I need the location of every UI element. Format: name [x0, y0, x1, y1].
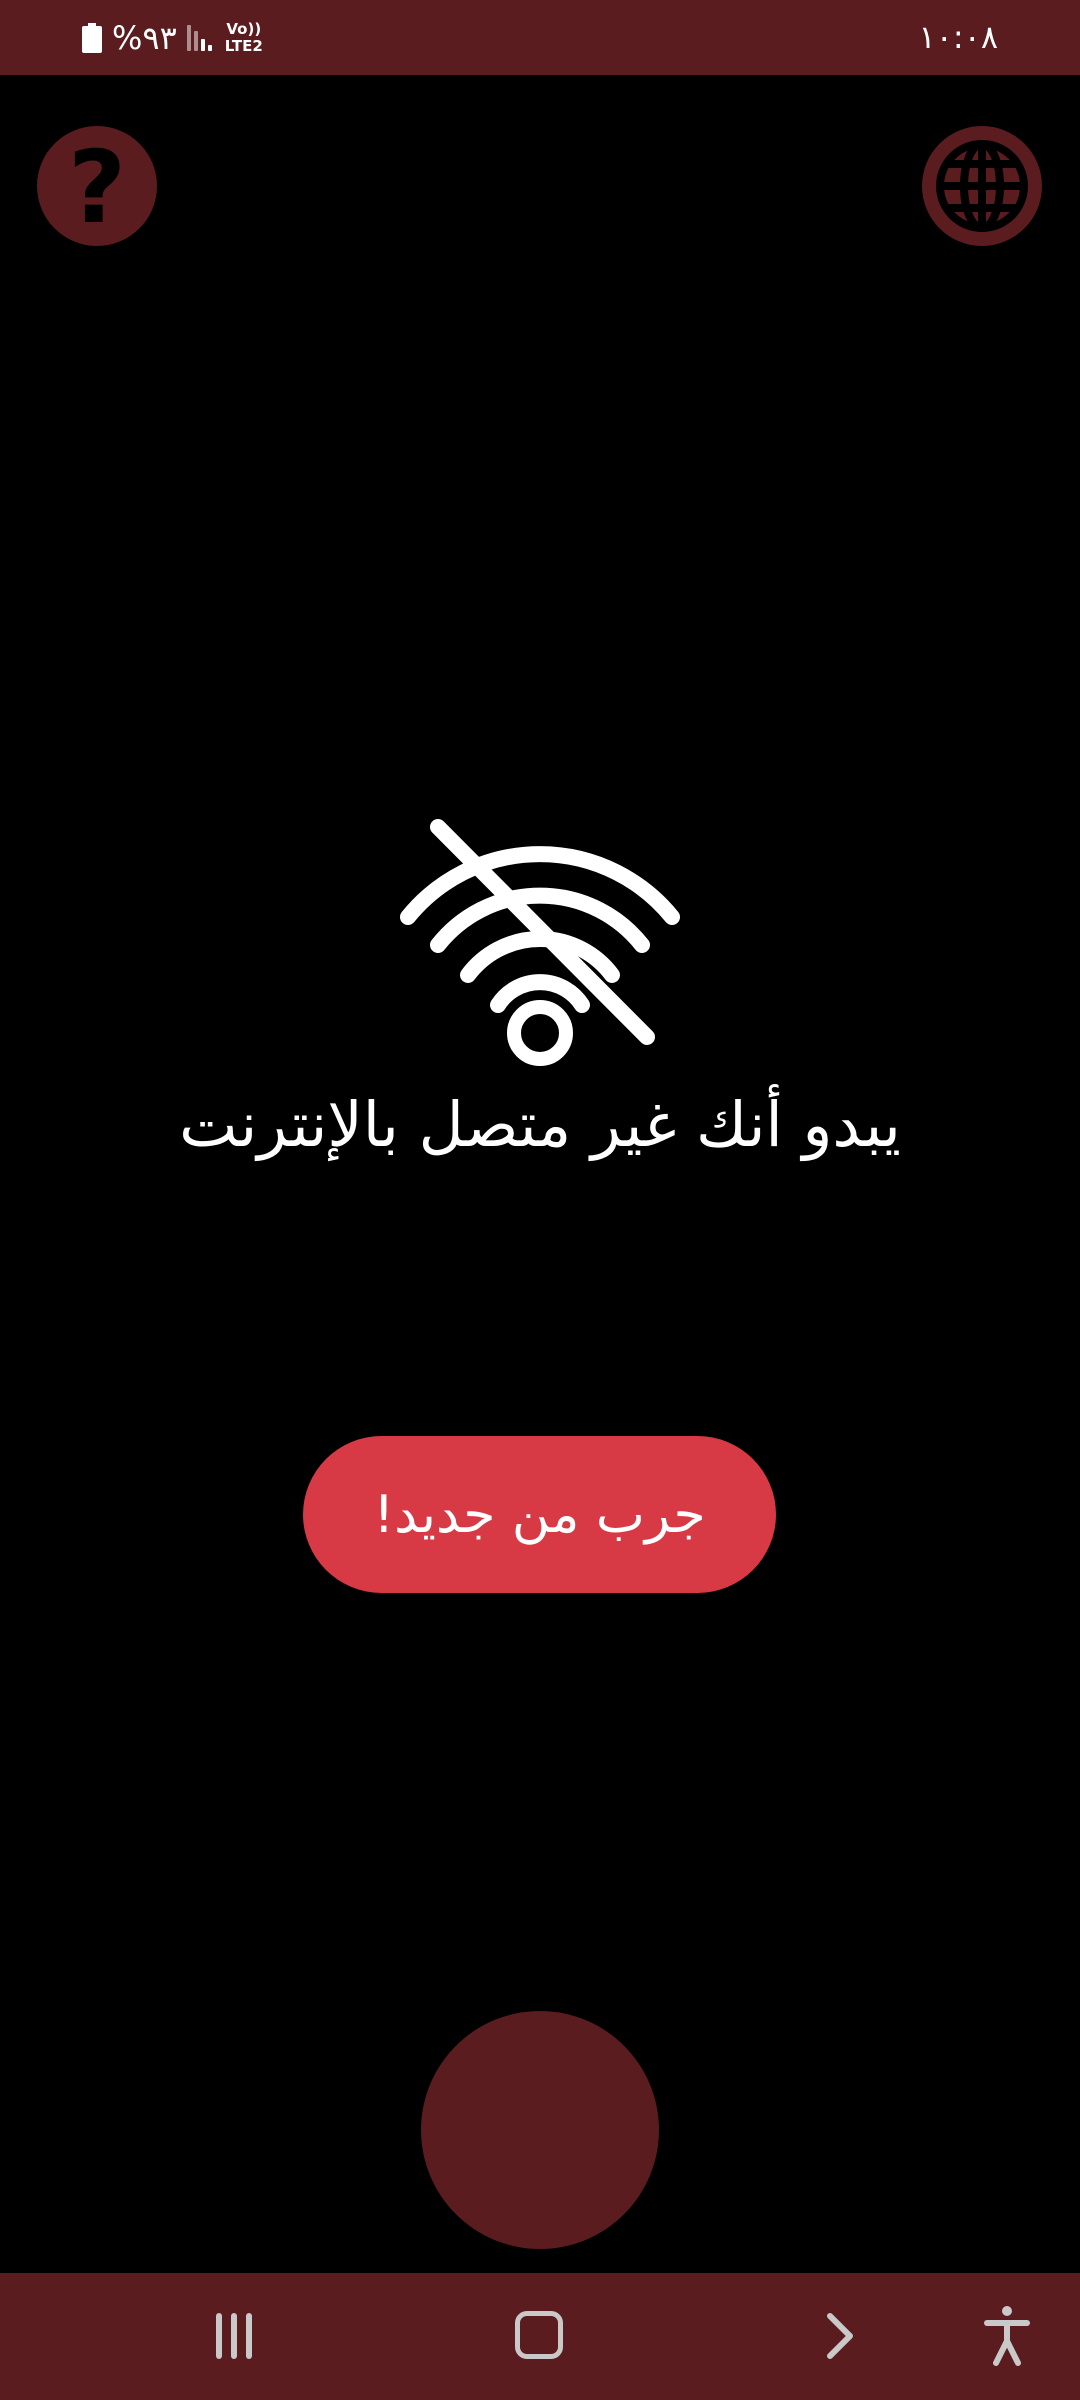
lte-label: LTE2: [224, 37, 263, 55]
question-mark-icon: ?: [67, 129, 126, 246]
volte-label: Vo)): [226, 20, 262, 38]
accessibility-icon[interactable]: [982, 2303, 1032, 2367]
battery-icon: [82, 23, 102, 53]
retry-button[interactable]: جرب من جديد!: [303, 1436, 776, 1593]
wifi-off-icon: [400, 819, 680, 1066]
signal-icon: [186, 23, 215, 53]
status-time: ١٠:٠٨: [918, 18, 998, 56]
globe-icon: [936, 140, 1028, 232]
battery-percent: %٩٣: [112, 19, 177, 57]
network-type: Vo)) LTE2: [225, 21, 263, 55]
offline-message: يبدو أنك غير متصل بالإنترنت: [179, 1088, 901, 1161]
language-button[interactable]: [922, 126, 1042, 246]
back-icon[interactable]: [820, 2311, 860, 2361]
recents-icon[interactable]: [210, 2313, 260, 2359]
status-indicators: %٩٣ Vo)) LTE2: [82, 14, 263, 62]
status-bar: %٩٣ Vo)) LTE2 ١٠:٠٨: [0, 0, 1080, 75]
navigation-bar: [0, 2273, 1080, 2400]
help-button[interactable]: ?: [37, 126, 157, 246]
main-action-button[interactable]: [421, 2011, 659, 2249]
home-icon[interactable]: [515, 2311, 563, 2359]
